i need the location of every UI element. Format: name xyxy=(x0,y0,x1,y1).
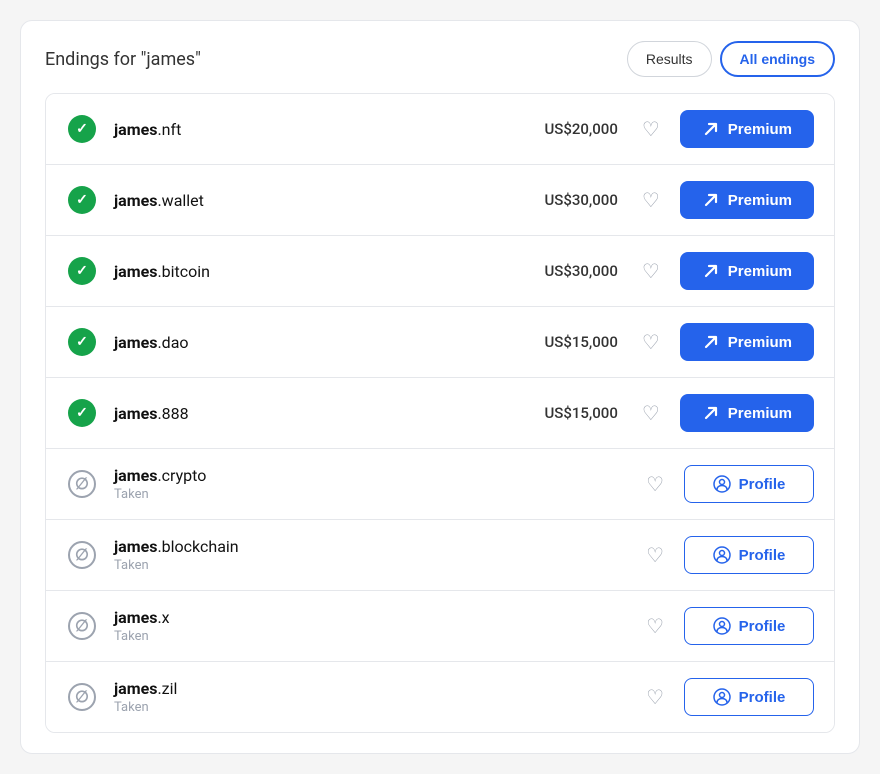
taken-icon: ∅ xyxy=(66,610,98,642)
premium-button[interactable]: Premium xyxy=(680,110,814,148)
premium-label: Premium xyxy=(728,192,792,209)
domain-info: james.nft xyxy=(114,120,498,139)
profile-button[interactable]: Profile xyxy=(684,465,814,503)
premium-label: Premium xyxy=(728,263,792,280)
premium-label: Premium xyxy=(728,334,792,351)
domain-info: james.x Taken xyxy=(114,608,642,644)
profile-button[interactable]: Profile xyxy=(684,607,814,645)
arrow-icon xyxy=(702,333,720,351)
domain-row: ∅ james.zil Taken♡ Profile xyxy=(46,662,834,732)
premium-button[interactable]: Premium xyxy=(680,394,814,432)
domain-name: james.crypto xyxy=(114,466,642,485)
header-buttons: Results All endings xyxy=(627,41,835,77)
favorite-button[interactable]: ♡ xyxy=(642,610,668,643)
domain-row: ∅ james.crypto Taken♡ Profile xyxy=(46,449,834,520)
domain-row: james.888US$15,000 ♡ Premium xyxy=(46,378,834,449)
taken-icon: ∅ xyxy=(66,539,98,571)
favorite-button[interactable]: ♡ xyxy=(638,326,664,359)
profile-button[interactable]: Profile xyxy=(684,536,814,574)
domain-row: james.nftUS$20,000 ♡ Premium xyxy=(46,94,834,165)
results-button[interactable]: Results xyxy=(627,41,712,77)
domain-row: james.walletUS$30,000 ♡ Premium xyxy=(46,165,834,236)
favorite-button[interactable]: ♡ xyxy=(638,255,664,288)
domain-list: james.nftUS$20,000♡ Premiumjames.walletU… xyxy=(45,93,835,733)
domain-status-label: Taken xyxy=(114,558,642,573)
favorite-button[interactable]: ♡ xyxy=(642,681,668,714)
premium-label: Premium xyxy=(728,405,792,422)
domain-info: james.blockchain Taken xyxy=(114,537,642,573)
taken-icon: ∅ xyxy=(66,468,98,500)
domain-info: james.wallet xyxy=(114,191,498,210)
profile-label: Profile xyxy=(739,689,786,706)
domain-status-label: Taken xyxy=(114,629,642,644)
domain-info: james.bitcoin xyxy=(114,262,498,281)
arrow-icon xyxy=(702,404,720,422)
favorite-button[interactable]: ♡ xyxy=(638,184,664,217)
taken-icon: ∅ xyxy=(66,681,98,713)
domain-name: james.blockchain xyxy=(114,537,642,556)
available-icon xyxy=(66,255,98,287)
domain-status-label: Taken xyxy=(114,487,642,502)
domain-row: james.bitcoinUS$30,000 ♡ Premium xyxy=(46,236,834,307)
domain-name: james.dao xyxy=(114,333,498,352)
premium-button[interactable]: Premium xyxy=(680,323,814,361)
page-title: Endings for "james" xyxy=(45,49,201,70)
domain-info: james.crypto Taken xyxy=(114,466,642,502)
profile-label: Profile xyxy=(739,547,786,564)
domain-name: james.888 xyxy=(114,404,498,423)
domain-price: US$15,000 xyxy=(498,333,618,351)
domain-price: US$30,000 xyxy=(498,191,618,209)
title-prefix: Endings for xyxy=(45,49,141,70)
domain-price: US$30,000 xyxy=(498,262,618,280)
profile-label: Profile xyxy=(739,618,786,635)
domain-name: james.wallet xyxy=(114,191,498,210)
domain-name: james.bitcoin xyxy=(114,262,498,281)
favorite-button[interactable]: ♡ xyxy=(638,397,664,430)
domain-info: james.888 xyxy=(114,404,498,423)
domain-row: ∅ james.blockchain Taken♡ Profile xyxy=(46,520,834,591)
profile-icon xyxy=(713,546,731,564)
domain-row: ∅ james.x Taken♡ Profile xyxy=(46,591,834,662)
arrow-icon xyxy=(702,262,720,280)
premium-button[interactable]: Premium xyxy=(680,252,814,290)
domain-price: US$15,000 xyxy=(498,404,618,422)
domain-price: US$20,000 xyxy=(498,120,618,138)
profile-icon xyxy=(713,688,731,706)
domain-row: james.daoUS$15,000 ♡ Premium xyxy=(46,307,834,378)
premium-label: Premium xyxy=(728,121,792,138)
domain-info: james.dao xyxy=(114,333,498,352)
available-icon xyxy=(66,113,98,145)
domain-name: james.x xyxy=(114,608,642,627)
main-container: Endings for "james" Results All endings … xyxy=(20,20,860,754)
domain-name: james.zil xyxy=(114,679,642,698)
domain-status-label: Taken xyxy=(114,700,642,715)
title-query: "james" xyxy=(141,49,201,70)
available-icon xyxy=(66,397,98,429)
domain-name: james.nft xyxy=(114,120,498,139)
all-endings-button[interactable]: All endings xyxy=(720,41,835,77)
available-icon xyxy=(66,184,98,216)
favorite-button[interactable]: ♡ xyxy=(642,468,668,501)
available-icon xyxy=(66,326,98,358)
favorite-button[interactable]: ♡ xyxy=(638,113,664,146)
arrow-icon xyxy=(702,191,720,209)
profile-button[interactable]: Profile xyxy=(684,678,814,716)
profile-icon xyxy=(713,475,731,493)
arrow-icon xyxy=(702,120,720,138)
profile-label: Profile xyxy=(739,476,786,493)
page-header: Endings for "james" Results All endings xyxy=(45,41,835,77)
profile-icon xyxy=(713,617,731,635)
favorite-button[interactable]: ♡ xyxy=(642,539,668,572)
domain-info: james.zil Taken xyxy=(114,679,642,715)
premium-button[interactable]: Premium xyxy=(680,181,814,219)
